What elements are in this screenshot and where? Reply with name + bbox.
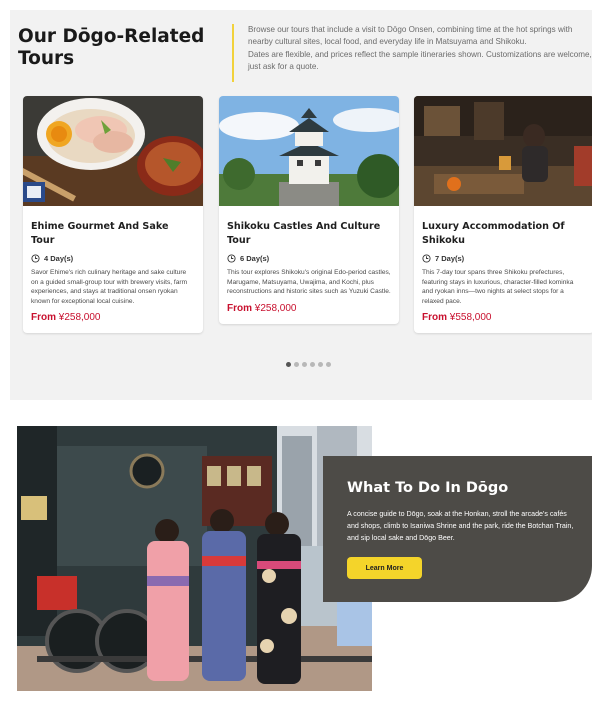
price-amount: ¥258,000 bbox=[58, 312, 101, 324]
tour-title[interactable]: Ehime Gourmet And Sake Tour bbox=[31, 220, 195, 248]
carousel-dot[interactable] bbox=[286, 362, 291, 367]
tour-description: This tour explores Shikoku's original Ed… bbox=[227, 269, 391, 296]
tour-price: From ¥258,000 bbox=[227, 303, 391, 314]
carousel-pagination bbox=[286, 362, 331, 367]
intro-line: Browse our tours that include a visit to… bbox=[248, 25, 573, 34]
tour-title[interactable]: Luxury Accommodation Of Shikoku bbox=[422, 220, 586, 248]
section-title: Our Dōgo-Related Tours bbox=[18, 26, 205, 69]
tour-days: 7 Day(s) bbox=[435, 254, 465, 263]
carousel-dot[interactable] bbox=[318, 362, 323, 367]
learn-more-button[interactable]: Learn More bbox=[347, 557, 422, 579]
intro-line: nearby cultural sites, local food, and e… bbox=[248, 37, 527, 47]
clock-icon bbox=[227, 254, 236, 263]
tour-duration: 6 Day(s) bbox=[227, 254, 391, 263]
feature-description: A concise guide to Dōgo, soak at the Hon… bbox=[347, 510, 574, 543]
tour-card-gourmet[interactable]: Ehime Gourmet And Sake Tour 4 Day(s) Sav… bbox=[23, 96, 203, 334]
carousel-dot[interactable] bbox=[310, 362, 315, 367]
price-prefix: From bbox=[422, 312, 447, 324]
tour-card-castles[interactable]: Shikoku Castles And Culture Tour 6 Day(s… bbox=[219, 96, 399, 324]
tour-duration: 7 Day(s) bbox=[422, 254, 586, 263]
price-prefix: From bbox=[31, 312, 56, 324]
botchan-train-kimono-photo bbox=[17, 426, 372, 691]
tour-description: Savor Ehime's rich culinary heritage and… bbox=[31, 269, 188, 305]
tours-section: Our Dōgo-Related Tours Browse our tours … bbox=[10, 10, 592, 400]
tour-card-luxury[interactable]: Luxury Accommodation Of Shikoku 7 Day(s)… bbox=[414, 96, 592, 334]
tour-description: This 7-day tour spans three Shikoku pref… bbox=[422, 269, 574, 305]
carousel-dot[interactable] bbox=[294, 362, 299, 367]
castle-photo[interactable] bbox=[219, 96, 399, 206]
carousel-dot[interactable] bbox=[302, 362, 307, 367]
intro-line: just ask for a quote. bbox=[248, 62, 319, 72]
ryokan-photo[interactable] bbox=[414, 96, 592, 206]
price-amount: ¥558,000 bbox=[449, 312, 492, 324]
tour-duration: 4 Day(s) bbox=[31, 254, 195, 263]
clock-icon bbox=[422, 254, 431, 263]
intro-accent-rule bbox=[232, 24, 234, 82]
price-amount: ¥258,000 bbox=[254, 302, 297, 314]
intro-line: Dates are flexible, and prices reflect t… bbox=[248, 49, 592, 59]
tour-days: 6 Day(s) bbox=[240, 254, 270, 263]
tour-title[interactable]: Shikoku Castles And Culture Tour bbox=[227, 220, 391, 248]
tour-price: From ¥258,000 bbox=[31, 312, 195, 323]
tour-days: 4 Day(s) bbox=[44, 254, 74, 263]
price-prefix: From bbox=[227, 302, 252, 314]
tours-intro: Browse our tours that include a visit to… bbox=[248, 24, 592, 74]
food-photo[interactable] bbox=[23, 96, 203, 206]
clock-icon bbox=[31, 254, 40, 263]
tour-price: From ¥558,000 bbox=[422, 312, 586, 323]
feature-title: What To Do In Dōgo bbox=[347, 480, 509, 496]
carousel-dot[interactable] bbox=[326, 362, 331, 367]
feature-panel: What To Do In Dōgo A concise guide to Dō… bbox=[323, 456, 592, 602]
